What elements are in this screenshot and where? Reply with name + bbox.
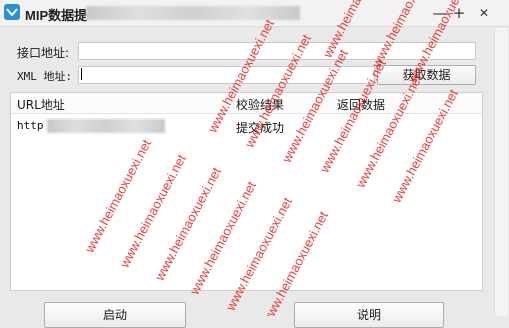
row-status: 提交成功 — [236, 121, 285, 135]
title-bar: MIP数据提 — + ✕ — [0, 0, 509, 27]
redacted-url-block — [47, 119, 165, 133]
app-logo-icon — [4, 4, 20, 20]
redacted-title-block — [86, 6, 300, 20]
window-edge — [494, 28, 508, 316]
row-url: http — [17, 119, 44, 132]
window-title: MIP数据提 — [25, 8, 88, 23]
column-header-data[interactable]: 返回数据 — [337, 96, 385, 113]
column-header-url[interactable]: URL地址 — [17, 96, 65, 113]
xml-address-input[interactable] — [78, 66, 375, 84]
api-address-input[interactable] — [78, 42, 476, 60]
fetch-data-button[interactable]: 获取数据 — [377, 65, 476, 85]
text-caret — [81, 68, 82, 80]
maximize-icon: + — [452, 4, 466, 22]
close-icon: ✕ — [478, 6, 490, 20]
close-button[interactable]: ✕ — [473, 2, 495, 24]
help-button[interactable]: 说明 — [294, 302, 444, 328]
minimize-icon: — — [432, 4, 448, 22]
results-table[interactable]: URL地址 校验结果 返回数据 http 提交成功 — [10, 92, 483, 291]
xml-address-label: XML 地址: — [17, 70, 73, 83]
api-address-label: 接口地址: — [17, 46, 70, 60]
table-header: URL地址 校验结果 返回数据 — [11, 93, 482, 114]
maximize-button[interactable]: + — [448, 2, 470, 24]
column-header-status[interactable]: 校验结果 — [236, 96, 284, 113]
start-button[interactable]: 启动 — [44, 302, 186, 328]
